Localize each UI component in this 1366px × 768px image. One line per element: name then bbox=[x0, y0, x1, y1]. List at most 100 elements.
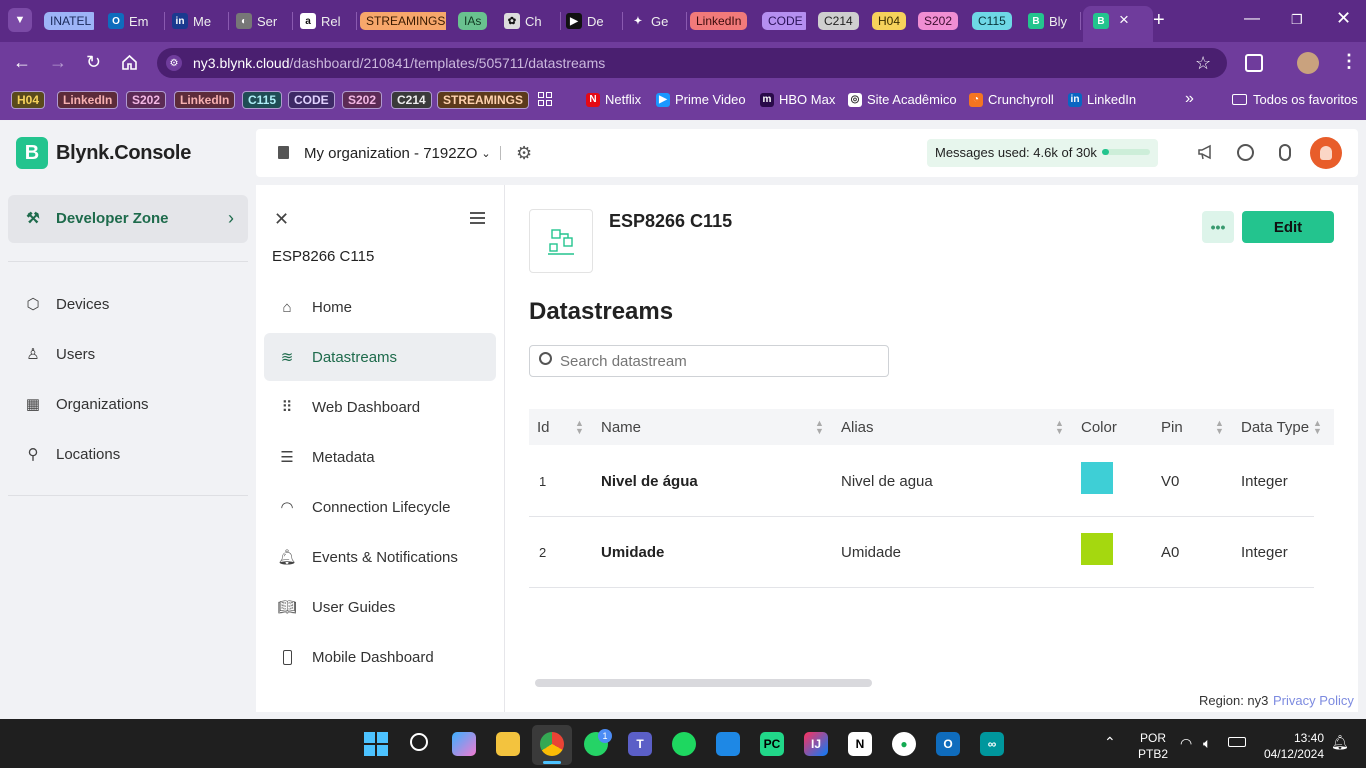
tab-search-button[interactable]: ▼ bbox=[8, 8, 32, 32]
copilot-icon[interactable] bbox=[452, 732, 476, 756]
column-header-pin[interactable]: Pin bbox=[1161, 419, 1183, 436]
tab-linkedin[interactable]: LinkedIn bbox=[690, 6, 750, 36]
collapse-menu-icon[interactable] bbox=[470, 212, 485, 224]
help-lifebuoy-icon[interactable] bbox=[1237, 144, 1254, 161]
new-tab-button[interactable]: + bbox=[1153, 9, 1165, 32]
horizontal-scrollbar[interactable] bbox=[535, 679, 872, 687]
template-menu-home[interactable]: ⌂ Home bbox=[278, 298, 352, 316]
bookmark-chip[interactable]: STREAMINGS bbox=[437, 91, 530, 109]
sort-icon[interactable]: ▲ ▼ bbox=[815, 419, 824, 436]
bookmark-link[interactable]: ◎ Site Acadêmico bbox=[848, 92, 957, 107]
more-options-button[interactable]: ••• bbox=[1202, 211, 1234, 243]
notion-icon[interactable]: N bbox=[848, 732, 872, 756]
bookmark-chip[interactable]: H04 bbox=[11, 91, 46, 109]
tab-em[interactable]: O Em bbox=[108, 6, 160, 36]
tab-code[interactable]: CODE bbox=[762, 6, 806, 36]
notifications-bell-icon[interactable]: 🔔︎ bbox=[1331, 734, 1349, 751]
sidebar-item-locations[interactable]: ⚲ Locations bbox=[24, 445, 121, 464]
show-hidden-icons-chevron-icon[interactable]: ⌃ bbox=[1104, 734, 1116, 751]
privacy-policy-link[interactable]: Privacy Policy bbox=[1273, 693, 1354, 708]
row-name[interactable]: Nivel de água bbox=[601, 473, 698, 490]
sort-icon[interactable]: ▲ ▼ bbox=[1215, 419, 1224, 436]
edit-button[interactable]: Edit bbox=[1242, 211, 1334, 243]
vscode-icon[interactable] bbox=[716, 732, 740, 756]
language-indicator[interactable]: POR PTB2 bbox=[1138, 730, 1168, 762]
tab-c214[interactable]: C214 bbox=[818, 6, 860, 36]
teams-icon[interactable]: T bbox=[628, 732, 652, 756]
row-name[interactable]: Umidade bbox=[601, 544, 664, 561]
volume-muted-icon[interactable]: 🔈︎ bbox=[1203, 735, 1211, 752]
all-bookmarks-folder[interactable]: Todos os favoritos bbox=[1232, 92, 1358, 107]
tab-ch[interactable]: ✿ Ch bbox=[504, 6, 556, 36]
outlook-icon[interactable]: O bbox=[936, 732, 960, 756]
close-template-icon[interactable]: ✕ bbox=[274, 209, 289, 230]
sort-icon[interactable]: ▲ ▼ bbox=[575, 419, 584, 436]
file-explorer-icon[interactable] bbox=[496, 732, 520, 756]
maximize-button[interactable]: ❐ bbox=[1291, 12, 1303, 28]
column-header-data-type[interactable]: Data Type bbox=[1241, 419, 1309, 436]
template-menu-mobile-dashboard[interactable]: Mobile Dashboard bbox=[278, 648, 434, 666]
site-info-icon[interactable]: ⚙ bbox=[166, 55, 182, 71]
tab-ge[interactable]: ✦ Ge bbox=[630, 6, 682, 36]
tab-de[interactable]: ▶ De bbox=[566, 6, 618, 36]
browser-menu-icon[interactable]: ⋮ bbox=[1340, 51, 1358, 72]
bug-report-icon[interactable] bbox=[1279, 144, 1291, 161]
template-menu-events[interactable]: 🔔︎ Events & Notifications bbox=[277, 548, 457, 567]
column-header-name[interactable]: Name bbox=[601, 419, 641, 436]
template-menu-web-dashboard[interactable]: ⠿ Web Dashboard bbox=[278, 398, 421, 417]
minimize-button[interactable]: — bbox=[1244, 10, 1260, 28]
arduino-icon[interactable]: ∞ bbox=[980, 732, 1004, 756]
mongodb-icon[interactable]: ● bbox=[892, 732, 916, 756]
wifi-icon[interactable]: ◠ bbox=[1180, 735, 1192, 752]
sort-icon[interactable]: ▲ ▼ bbox=[1055, 419, 1064, 436]
intellij-icon[interactable]: IJ bbox=[804, 732, 828, 756]
template-menu-user-guides[interactable]: 📖︎ User Guides bbox=[277, 598, 395, 617]
bookmark-chip[interactable]: LinkedIn bbox=[174, 91, 236, 109]
bookmark-chip[interactable]: C115 bbox=[242, 91, 283, 109]
tab-bly[interactable]: B Bly bbox=[1028, 6, 1076, 36]
user-avatar[interactable] bbox=[1310, 137, 1342, 169]
tab-h04[interactable]: H04 bbox=[872, 6, 908, 36]
tab-s202[interactable]: S202 bbox=[918, 6, 962, 36]
home-icon[interactable] bbox=[121, 54, 138, 76]
column-header-id[interactable]: Id bbox=[537, 419, 550, 436]
extensions-icon[interactable] bbox=[1245, 54, 1263, 72]
bookmark-chip[interactable]: S202 bbox=[342, 91, 383, 109]
bookmark-chip[interactable]: S202 bbox=[126, 91, 167, 109]
battery-icon[interactable] bbox=[1228, 737, 1246, 747]
bookmark-link[interactable]: N Netflix bbox=[586, 92, 641, 107]
tab-rel[interactable]: a Rel bbox=[300, 6, 352, 36]
tab-inatel[interactable]: INATEL bbox=[44, 6, 94, 36]
sidebar-item-organizations[interactable]: ▦ Organizations bbox=[24, 395, 149, 414]
tab-c115[interactable]: C115 bbox=[972, 6, 1016, 36]
org-settings-gear-icon[interactable]: ⚙ bbox=[516, 143, 532, 164]
org-selector[interactable]: My organization - 7192ZO ⌄ bbox=[304, 145, 491, 162]
bookmark-link[interactable]: ▶ Prime Video bbox=[656, 92, 746, 107]
close-window-button[interactable]: ✕ bbox=[1336, 8, 1351, 29]
bookmark-link[interactable]: m HBO Max bbox=[760, 92, 835, 107]
template-menu-connection-lifecycle[interactable]: ◠ Connection Lifecycle bbox=[278, 498, 450, 517]
column-header-alias[interactable]: Alias bbox=[841, 419, 874, 436]
sidebar-item-users[interactable]: ♙ Users bbox=[24, 345, 95, 364]
apps-grid-icon[interactable] bbox=[538, 92, 552, 106]
search-taskbar-icon[interactable] bbox=[410, 733, 428, 751]
bookmark-chip[interactable]: C214 bbox=[391, 91, 432, 109]
url-text[interactable]: ny3.blynk.cloud/dashboard/210841/templat… bbox=[193, 55, 605, 71]
pycharm-icon[interactable]: PC bbox=[760, 732, 784, 756]
tab-ser[interactable]: ◐ Ser bbox=[236, 6, 288, 36]
more-bookmarks-icon[interactable]: » bbox=[1185, 90, 1194, 108]
forward-arrow-icon[interactable]: → bbox=[49, 52, 67, 73]
start-windows-icon[interactable] bbox=[364, 732, 388, 756]
announcements-megaphone-icon[interactable] bbox=[1197, 143, 1215, 166]
bookmark-star-icon[interactable]: ☆ bbox=[1195, 53, 1211, 74]
tab-streamings[interactable]: STREAMINGS bbox=[360, 6, 446, 36]
chrome-icon[interactable] bbox=[540, 732, 564, 756]
search-input[interactable] bbox=[560, 350, 880, 372]
spotify-icon[interactable] bbox=[672, 732, 696, 756]
template-menu-metadata[interactable]: ☰ Metadata bbox=[278, 448, 374, 467]
blynk-logo[interactable]: B bbox=[16, 137, 48, 169]
sidebar-item-devices[interactable]: ⬡ Devices bbox=[24, 295, 109, 314]
tab-ias[interactable]: IAs bbox=[458, 6, 494, 36]
bookmark-chip[interactable]: LinkedIn bbox=[57, 91, 119, 109]
clock[interactable]: 13:40 04/12/2024 bbox=[1258, 730, 1324, 762]
